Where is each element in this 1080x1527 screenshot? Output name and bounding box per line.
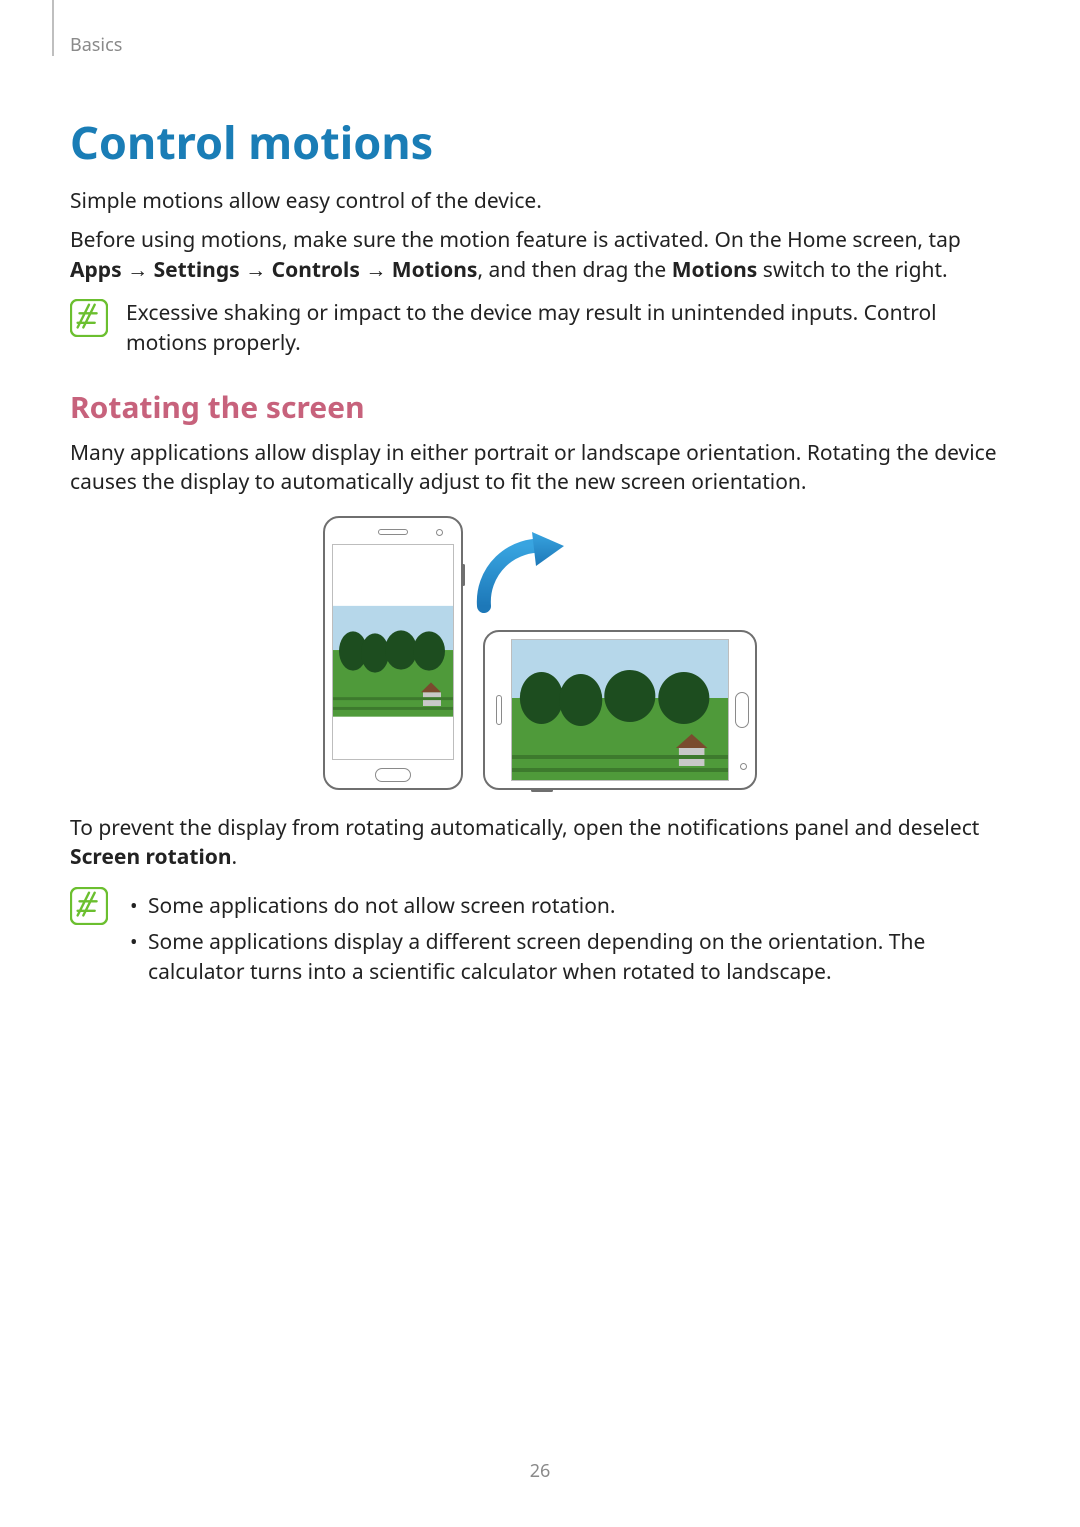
note-text: Excessive shaking or impact to the devic… (126, 299, 1010, 358)
home-button (735, 692, 749, 728)
arrow-icon: → (365, 256, 386, 284)
section-subtitle: Rotating the screen (70, 386, 1010, 427)
list-item: Some applications display a different sc… (126, 927, 1010, 988)
speaker-slot (378, 529, 408, 535)
phone-portrait (323, 516, 463, 790)
page-number: 26 (0, 1459, 1080, 1483)
rotation-paragraph-1: Many applications allow display in eithe… (70, 439, 1010, 498)
note-block: Some applications do not allow screen ro… (70, 887, 1010, 994)
home-button (375, 768, 411, 782)
header-rule (52, 0, 54, 56)
screen-rotation-bold: Screen rotation (70, 843, 232, 871)
page-title: Control motions (70, 112, 1010, 173)
side-button (531, 789, 553, 792)
note-block: Excessive shaking or impact to the devic… (70, 299, 1010, 358)
text: Before using motions, make sure the moti… (70, 226, 961, 254)
speaker-slot (496, 695, 502, 725)
landscape-photo (333, 545, 453, 759)
landscape-photo (512, 640, 728, 780)
note-bullet-list: Some applications do not allow screen ro… (126, 891, 1010, 994)
screen (511, 639, 729, 781)
path-controls: Controls (272, 256, 360, 284)
section-label: Basics (70, 33, 122, 57)
page: Basics Control motions Simple motions al… (0, 0, 1080, 1527)
path-apps: Apps (70, 256, 122, 284)
motions-bold: Motions (672, 256, 758, 284)
rotation-paragraph-2: To prevent the display from rotating aut… (70, 814, 1010, 873)
path-motions: Motions (392, 256, 478, 284)
rotation-figure (70, 516, 1010, 790)
screen (332, 544, 454, 760)
text: switch to the right. (757, 256, 947, 284)
content: Control motions Simple motions allow eas… (70, 112, 1010, 994)
note-icon (70, 299, 108, 337)
phone-landscape (483, 630, 757, 790)
front-camera (740, 763, 747, 770)
intro-paragraph-1: Simple motions allow easy control of the… (70, 187, 1010, 216)
list-item: Some applications do not allow screen ro… (126, 891, 1010, 921)
text: To prevent the display from rotating aut… (70, 814, 979, 842)
text: , and then drag the (477, 256, 671, 284)
side-button (462, 564, 465, 586)
path-settings: Settings (154, 256, 240, 284)
rotate-arrow-icon (466, 522, 566, 622)
note-icon (70, 887, 108, 925)
arrow-icon: → (127, 256, 148, 284)
front-camera (436, 529, 443, 536)
intro-paragraph-2: Before using motions, make sure the moti… (70, 226, 1010, 285)
arrow-icon: → (245, 256, 266, 284)
text: . (232, 843, 238, 871)
